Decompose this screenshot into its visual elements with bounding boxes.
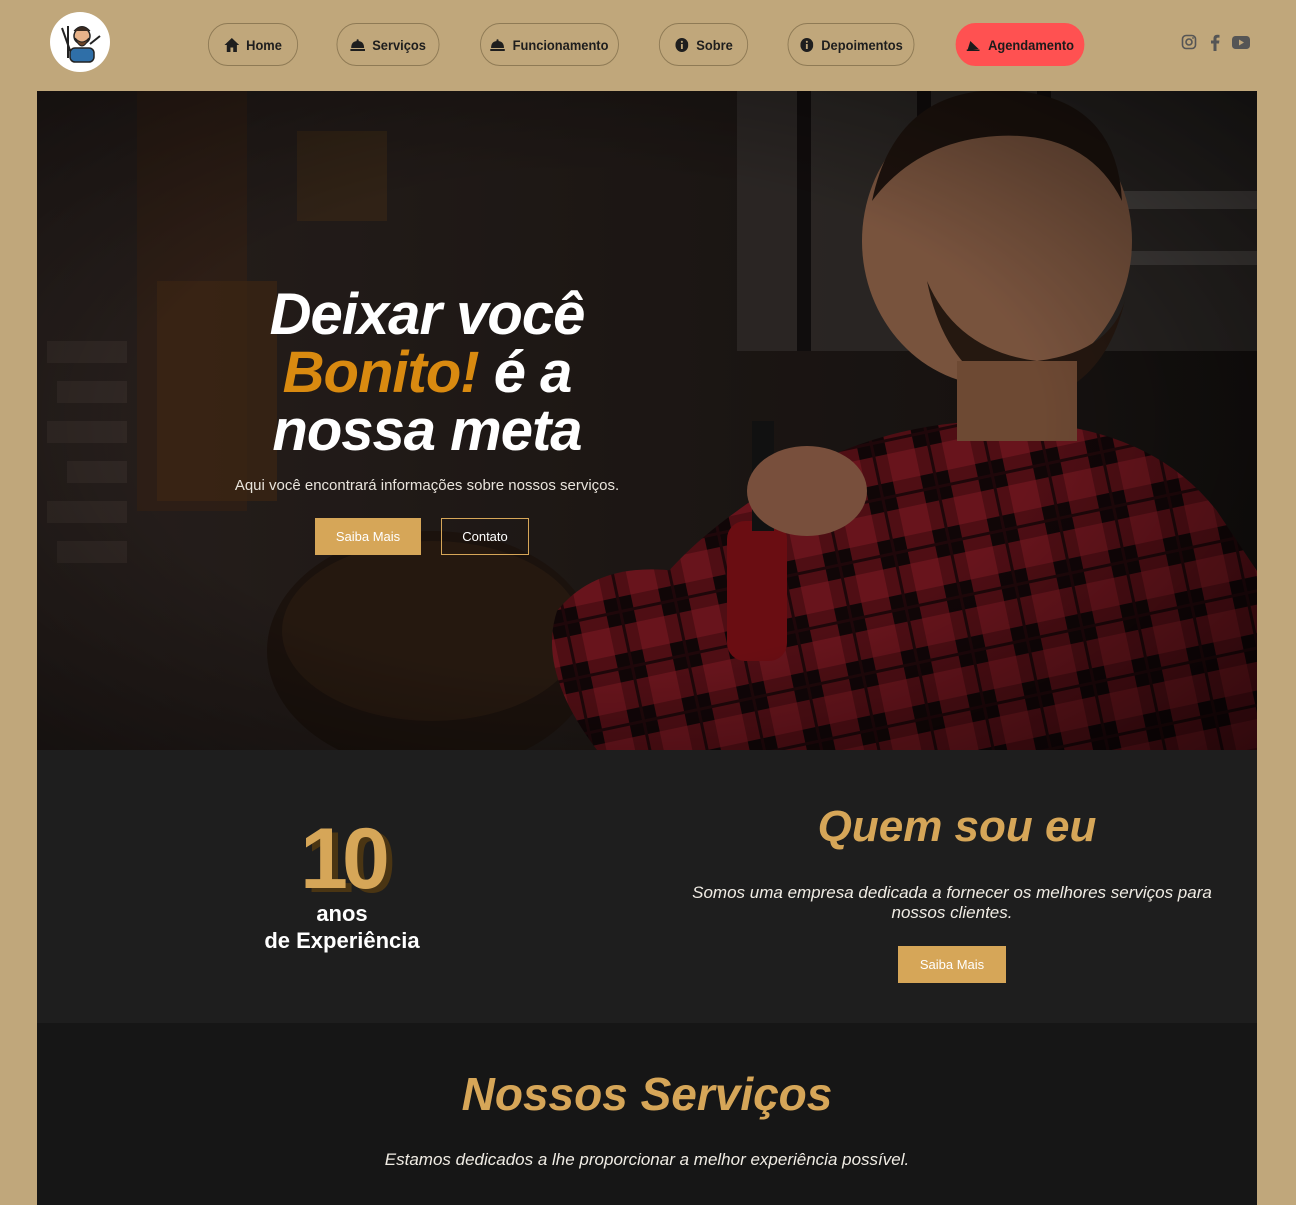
- nav-home-label: Home: [246, 36, 282, 53]
- nav-servicos-label: Serviços: [372, 36, 426, 53]
- services-section: Nossos Serviços Estamos dedicados a lhe …: [37, 1023, 1257, 1205]
- years-label-anos: anos: [316, 901, 368, 926]
- nav-sobre-label: Sobre: [696, 36, 733, 53]
- about-title: Quem sou eu: [817, 802, 1097, 851]
- info-icon: [674, 37, 689, 53]
- nav-agendamento-label: Agendamento: [988, 36, 1074, 53]
- nav-depoimentos[interactable]: Depoimentos: [787, 23, 915, 66]
- years-number: 10: [300, 811, 390, 907]
- site-header: Home Serviços Funcionamento Sobre Depoim…: [0, 0, 1296, 91]
- hero-subtitle: Aqui você encontrará informações sobre n…: [234, 477, 620, 494]
- nav-funcionamento-label: Funcionamento: [512, 36, 609, 53]
- nav-servicos[interactable]: Serviços: [336, 23, 440, 66]
- cloche-icon: [350, 37, 365, 53]
- services-title: Nossos Serviços: [461, 1068, 833, 1120]
- nav-funcionamento[interactable]: Funcionamento: [480, 23, 619, 66]
- hero-section: Deixar você Bonito! é a nossa meta Aqui …: [37, 91, 1257, 750]
- youtube-icon[interactable]: [1232, 33, 1250, 51]
- hero-background-image: [37, 91, 1257, 750]
- hero-title: Deixar você Bonito! é a nossa meta: [257, 286, 597, 460]
- barber-logo[interactable]: [50, 12, 110, 72]
- services-text: Estamos dedicados a lhe proporcionar a m…: [384, 1150, 910, 1169]
- hero-contato-button[interactable]: Contato: [441, 518, 529, 555]
- about-saiba-mais-button[interactable]: Saiba Mais: [898, 946, 1006, 983]
- instagram-icon[interactable]: [1180, 33, 1198, 51]
- barber-logo-icon: [55, 17, 105, 67]
- hero-title-after-accent: é a: [478, 340, 573, 405]
- nav-depoimentos-label: Depoimentos: [821, 36, 903, 53]
- nav-agendamento-button[interactable]: Agendamento: [955, 23, 1085, 66]
- years-label-experiencia: de Experiência: [264, 928, 420, 953]
- hero-title-line3: nossa meta: [272, 398, 582, 463]
- about-text: Somos uma empresa dedicada a fornecer os…: [692, 883, 1212, 922]
- cloche-icon: [490, 37, 506, 53]
- home-icon: [224, 37, 239, 53]
- about-section: 10 anos de Experiência Quem sou eu Somos…: [37, 750, 1257, 1023]
- hero-title-accent: Bonito!: [282, 340, 480, 405]
- info-icon: [799, 37, 814, 53]
- bell-icon: [966, 37, 981, 53]
- social-links: [1180, 33, 1250, 51]
- facebook-icon[interactable]: [1206, 33, 1224, 51]
- nav-sobre[interactable]: Sobre: [658, 23, 749, 66]
- hero-saiba-mais-button[interactable]: Saiba Mais: [315, 518, 421, 555]
- nav-home[interactable]: Home: [207, 23, 299, 66]
- hero-title-line1: Deixar você: [269, 282, 586, 347]
